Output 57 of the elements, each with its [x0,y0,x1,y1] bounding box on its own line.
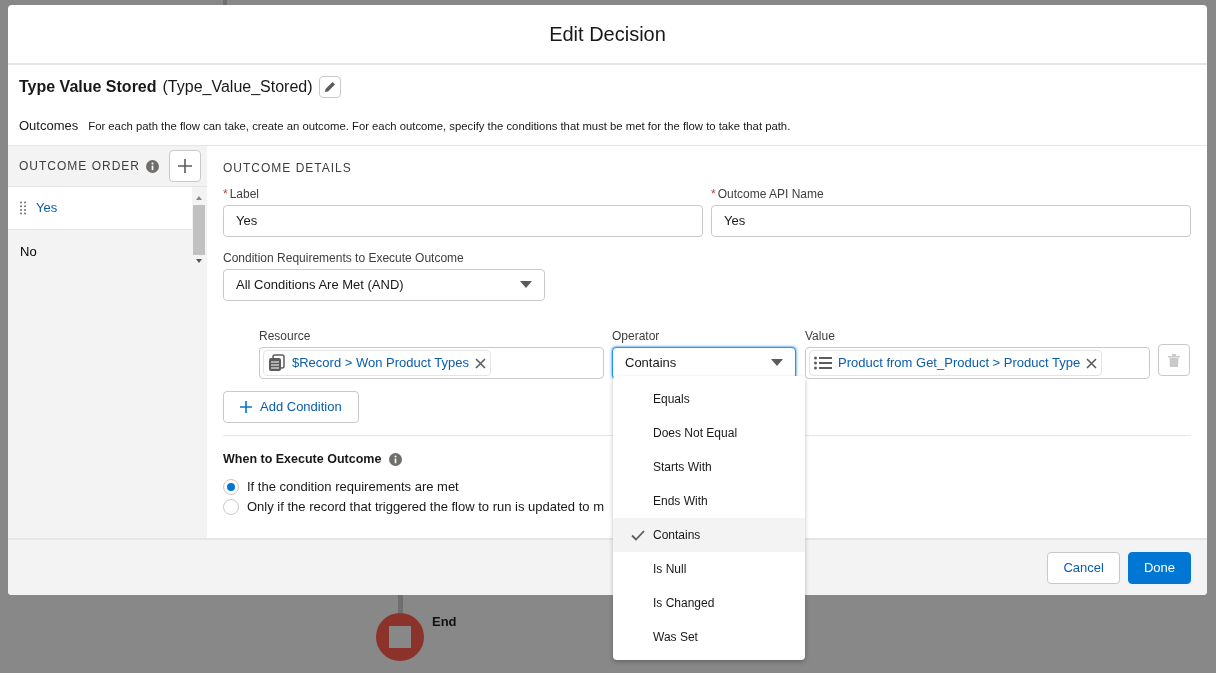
api-name: (Type_Value_Stored) [162,77,313,97]
cancel-button[interactable]: Cancel [1047,551,1120,584]
element-label: Type Value Stored [19,77,157,97]
menu-item[interactable]: Ends With [613,484,805,518]
add-condition-button[interactable]: Add Condition [223,391,359,423]
add-outcome-button[interactable] [169,150,201,182]
field-label: Value [805,328,836,345]
record-icon [268,354,286,372]
info-icon [389,452,403,466]
radio-label: If the condition requirements are met [247,478,459,496]
menu-item[interactable]: Is Null [613,552,805,586]
panel-title: OUTCOME ORDER [19,158,140,175]
section-description: For each path the flow can take, create an outcome. For each outcome, specify the conditions that must be met for the flow to take that path. [88,118,791,134]
resource-pill[interactable]: $Record > Won Product Types [263,350,491,376]
remove-icon[interactable] [1086,357,1098,369]
node-label: End [432,613,457,631]
menu-item[interactable]: Equals [613,382,805,416]
outcome-item[interactable]: Yes [8,187,192,230]
modal-title: Edit Decision [549,22,666,47]
menu-item[interactable]: Is Changed [613,586,805,620]
caret-icon [520,281,532,289]
menu-item[interactable]: Starts With [613,450,805,484]
radio-button[interactable] [223,498,239,515]
value-field[interactable]: Product from Get_Product > Product Type [805,347,1150,379]
trash-icon [1168,353,1180,367]
menu-item[interactable]: Was Set [613,620,805,654]
drag-handle-icon[interactable] [20,201,26,215]
remove-icon[interactable] [474,357,486,369]
check-icon [631,529,645,541]
plus-icon [240,401,252,413]
list-icon [814,356,832,370]
text-field[interactable]: Yes [223,205,703,237]
menu-item[interactable]: Does Not Equal [613,416,805,450]
field-label: Operator [612,328,661,345]
field-label: * Outcome API Name [711,186,825,203]
value-pill[interactable]: Product from Get_Product > Product Type [809,350,1103,376]
resource-field[interactable]: $Record > Won Product Types [259,347,604,379]
pencil-icon [323,81,336,93]
text-field[interactable]: Yes [711,205,1191,237]
caret-icon [771,359,783,367]
radio-label: Only if the record that triggered the flow to run is updated to m [247,498,604,516]
outcome-item[interactable]: No [8,230,192,273]
radio-button[interactable] [223,478,239,495]
condition-dropdown[interactable]: All Conditions Are Met (AND) [223,269,545,301]
end-node[interactable] [376,613,424,661]
section-title: OUTCOME DETAILS [223,160,353,177]
edit-button[interactable] [318,76,341,98]
section-label: Outcomes [19,117,79,136]
info-icon [146,159,159,173]
field-label: * Label [223,186,261,203]
field-label: Resource [259,328,312,345]
section-title: When to Execute Outcome [223,451,382,468]
field-label: Condition Requirements to Execute Outcome [223,250,465,267]
menu-item[interactable]: Contains [613,518,805,552]
operator-dropdown[interactable]: Contains [612,347,796,379]
done-button[interactable]: Done [1127,551,1191,584]
plus-icon [178,159,192,173]
